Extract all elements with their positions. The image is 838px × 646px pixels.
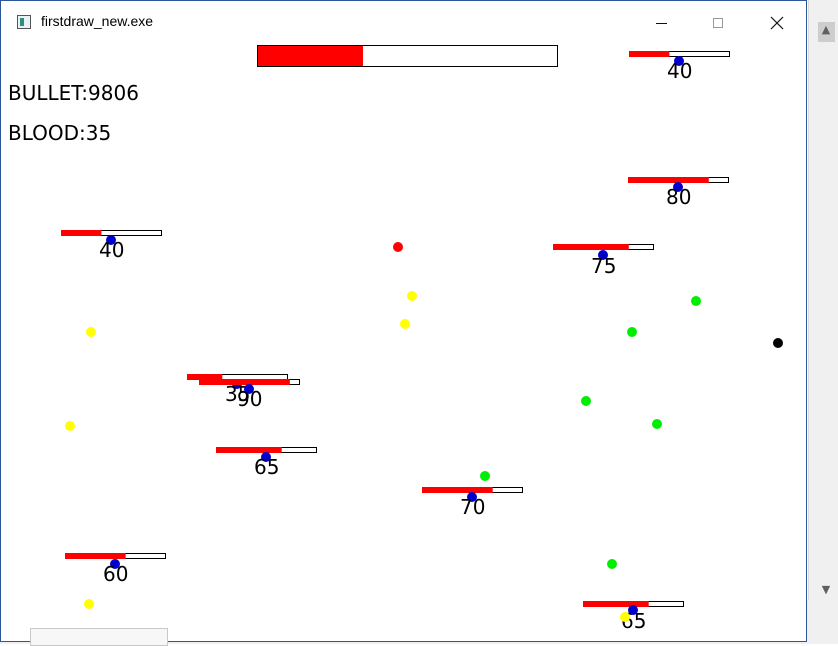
green-pickup	[627, 327, 637, 337]
enemy: 65	[583, 601, 684, 633]
enemy-hp-label: 40	[667, 59, 692, 83]
enemy-hp-label: 75	[591, 254, 616, 278]
yellow-pickup	[84, 599, 94, 609]
pickup-layer	[65, 242, 783, 622]
green-pickup	[480, 471, 490, 481]
enemy: 75	[553, 244, 654, 278]
game-canvas[interactable]: 40 80 40 75 35 90 65 70 60 65 BULLET:9806 BLOOD:3…	[1, 1, 806, 641]
yellow-pickup	[620, 612, 630, 622]
enemy-bullet	[393, 242, 403, 252]
enemy-health-fill	[629, 51, 670, 57]
enemy-hp-label: 80	[666, 185, 691, 209]
enemy: 90	[199, 379, 300, 411]
enemy: 65	[216, 447, 317, 479]
enemy-hp-label: 65	[254, 455, 279, 479]
enemy-health-fill	[553, 244, 629, 250]
enemy-layer: 40804075359065706065	[61, 51, 730, 633]
yellow-pickup	[86, 327, 96, 337]
player-dot	[773, 338, 783, 348]
enemy: 40	[61, 230, 162, 262]
enemy-health-fill	[628, 177, 709, 183]
scroll-up-icon: ▲	[821, 23, 831, 36]
enemy: 40	[629, 51, 730, 83]
green-pickup	[691, 296, 701, 306]
bullet-counter: BULLET:9806	[8, 81, 139, 105]
enemy-health-fill	[216, 447, 282, 453]
background-scrollbar	[816, 14, 838, 598]
enemy: 80	[628, 177, 729, 209]
app-window: firstdraw_new.exe 40 80 40 75 35 90 65 70 60 65 B…	[0, 0, 807, 642]
enemy-hp-label: 70	[460, 495, 485, 519]
enemy-health-fill	[422, 487, 493, 493]
enemy-health-fill	[199, 379, 290, 385]
yellow-pickup	[407, 291, 417, 301]
enemy-health-fill	[583, 601, 649, 607]
enemy-hp-label: 90	[237, 387, 262, 411]
background-taskbar-item	[30, 628, 168, 646]
scroll-down-icon: ▼	[821, 583, 831, 596]
yellow-pickup	[400, 319, 410, 329]
enemy-hp-label: 60	[103, 562, 128, 586]
enemy-health-fill	[65, 553, 126, 559]
enemy: 60	[65, 553, 166, 586]
enemy-health-fill	[61, 230, 102, 236]
green-pickup	[652, 419, 662, 429]
player-health-fill	[258, 46, 363, 66]
enemy: 70	[422, 487, 523, 519]
yellow-pickup	[65, 421, 75, 431]
enemy-hp-label: 40	[99, 238, 124, 262]
green-pickup	[607, 559, 617, 569]
blood-counter: BLOOD:35	[8, 121, 112, 145]
player-health-bar	[257, 45, 558, 67]
green-pickup	[581, 396, 591, 406]
